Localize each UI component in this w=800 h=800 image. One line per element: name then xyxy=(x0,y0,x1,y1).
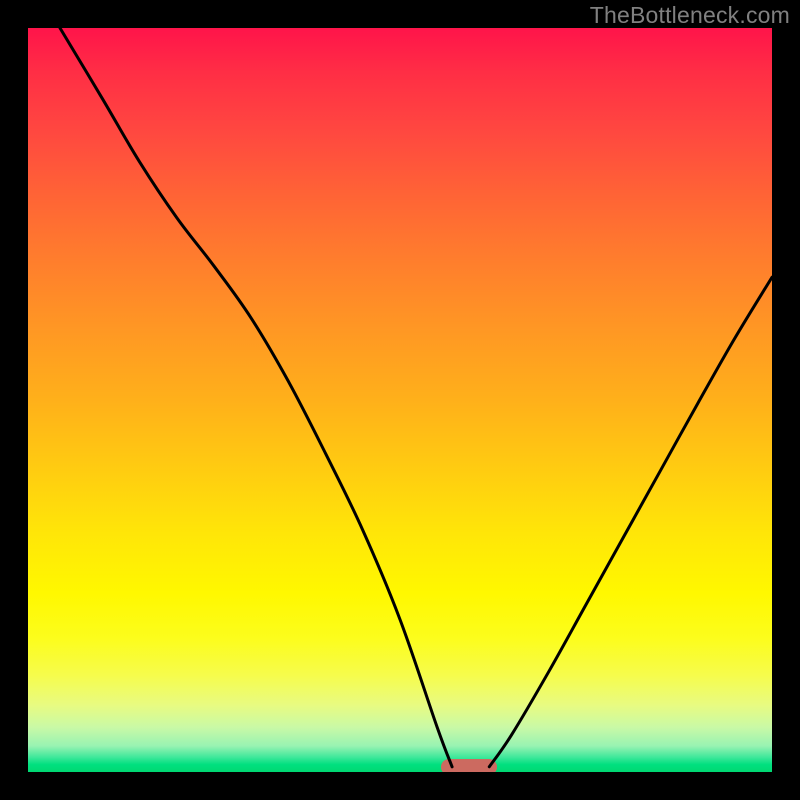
right-curve-path xyxy=(489,277,772,767)
watermark-text: TheBottleneck.com xyxy=(590,2,790,29)
curves-svg xyxy=(28,28,772,772)
chart-frame: TheBottleneck.com xyxy=(0,0,800,800)
plot-area xyxy=(28,28,772,772)
left-curve-path xyxy=(60,28,452,767)
